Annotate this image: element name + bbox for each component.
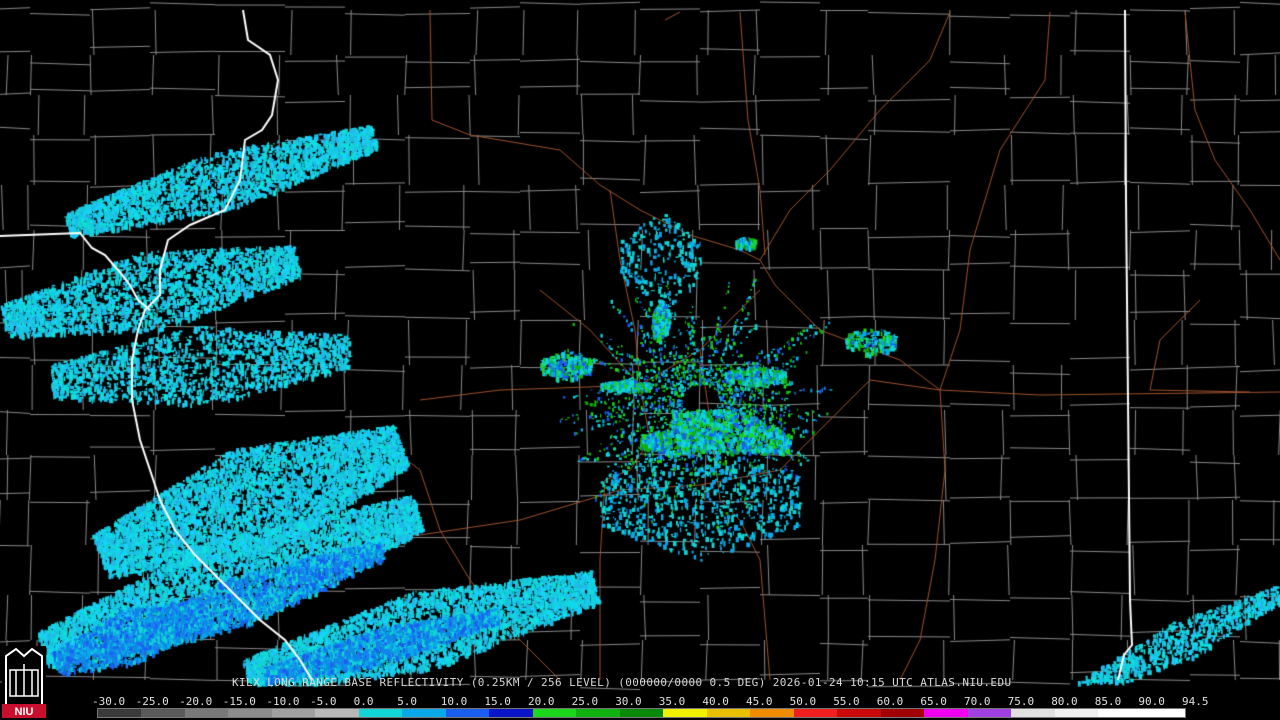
scale-swatch: [663, 709, 707, 717]
scale-swatch: [532, 709, 577, 717]
scale-label: 20.0: [528, 695, 555, 708]
scale-label: 85.0: [1094, 695, 1122, 708]
scale-swatch: [576, 709, 620, 717]
scale-label: 5.0: [397, 695, 418, 708]
scale-label: 0.0: [353, 695, 374, 708]
scale-swatch: [1011, 709, 1055, 717]
scale-swatch: [1098, 709, 1142, 717]
scale-label: 15.0: [484, 695, 511, 708]
scale-label: 35.0: [658, 695, 686, 708]
scale-label: 30.0: [615, 695, 642, 708]
color-scale-labels: -30.0 -25.0 -20.0 -15.0 -10.0 -5.0 0.0 5.0 10.0 1…: [92, 695, 1209, 708]
scale-swatch: [315, 709, 359, 717]
scale-swatch: [402, 709, 446, 717]
scale-label: 10.0: [440, 695, 468, 708]
scale-label: 75.0: [1007, 695, 1035, 708]
product-title: KILX LONG RANGE BASE REFLECTIVITY (0.25K…: [232, 676, 1012, 689]
scale-swatch: [271, 709, 316, 717]
scale-label: 40.0: [702, 695, 729, 708]
scale-swatch: [489, 709, 533, 717]
radar-map: [0, 0, 1280, 720]
scale-label: 65.0: [920, 695, 947, 708]
scale-swatch: [837, 709, 881, 717]
scale-label: 90.0: [1138, 695, 1165, 708]
scale-swatch: [750, 709, 794, 717]
scale-label: -30.0: [92, 695, 126, 708]
scale-swatch: [445, 709, 490, 717]
scale-swatch: [141, 709, 185, 717]
scale-label: 80.0: [1051, 695, 1078, 708]
scale-label: 25.0: [571, 695, 599, 708]
scale-swatch: [619, 709, 664, 717]
scale-label: 94.5: [1182, 695, 1209, 708]
scale-swatch: [924, 709, 968, 717]
scale-swatch: [706, 709, 751, 717]
scale-swatch: [967, 709, 1012, 717]
scale-label: -20.0: [179, 695, 213, 708]
scale-label: 55.0: [833, 695, 860, 708]
scale-swatch: [98, 709, 142, 717]
scale-swatch: [358, 709, 403, 717]
scale-swatch: [793, 709, 838, 717]
scale-label: 60.0: [876, 695, 904, 708]
scale-swatch: [880, 709, 925, 717]
scale-label: 50.0: [789, 695, 817, 708]
scale-swatch: [1054, 709, 1099, 717]
scale-swatch: [1141, 709, 1186, 717]
logo-text: NIU: [15, 706, 34, 718]
scale-swatch: [228, 709, 272, 717]
scale-label: -5.0: [310, 695, 337, 708]
scale-label: -10.0: [266, 695, 300, 708]
niu-logo: NIU: [2, 646, 46, 718]
color-scale-bar: [97, 708, 1186, 718]
scale-label: 70.0: [964, 695, 991, 708]
scale-swatch: [184, 709, 229, 717]
scale-label: -25.0: [135, 695, 169, 708]
scale-label: 45.0: [746, 695, 773, 708]
scale-label: -15.0: [222, 695, 256, 708]
